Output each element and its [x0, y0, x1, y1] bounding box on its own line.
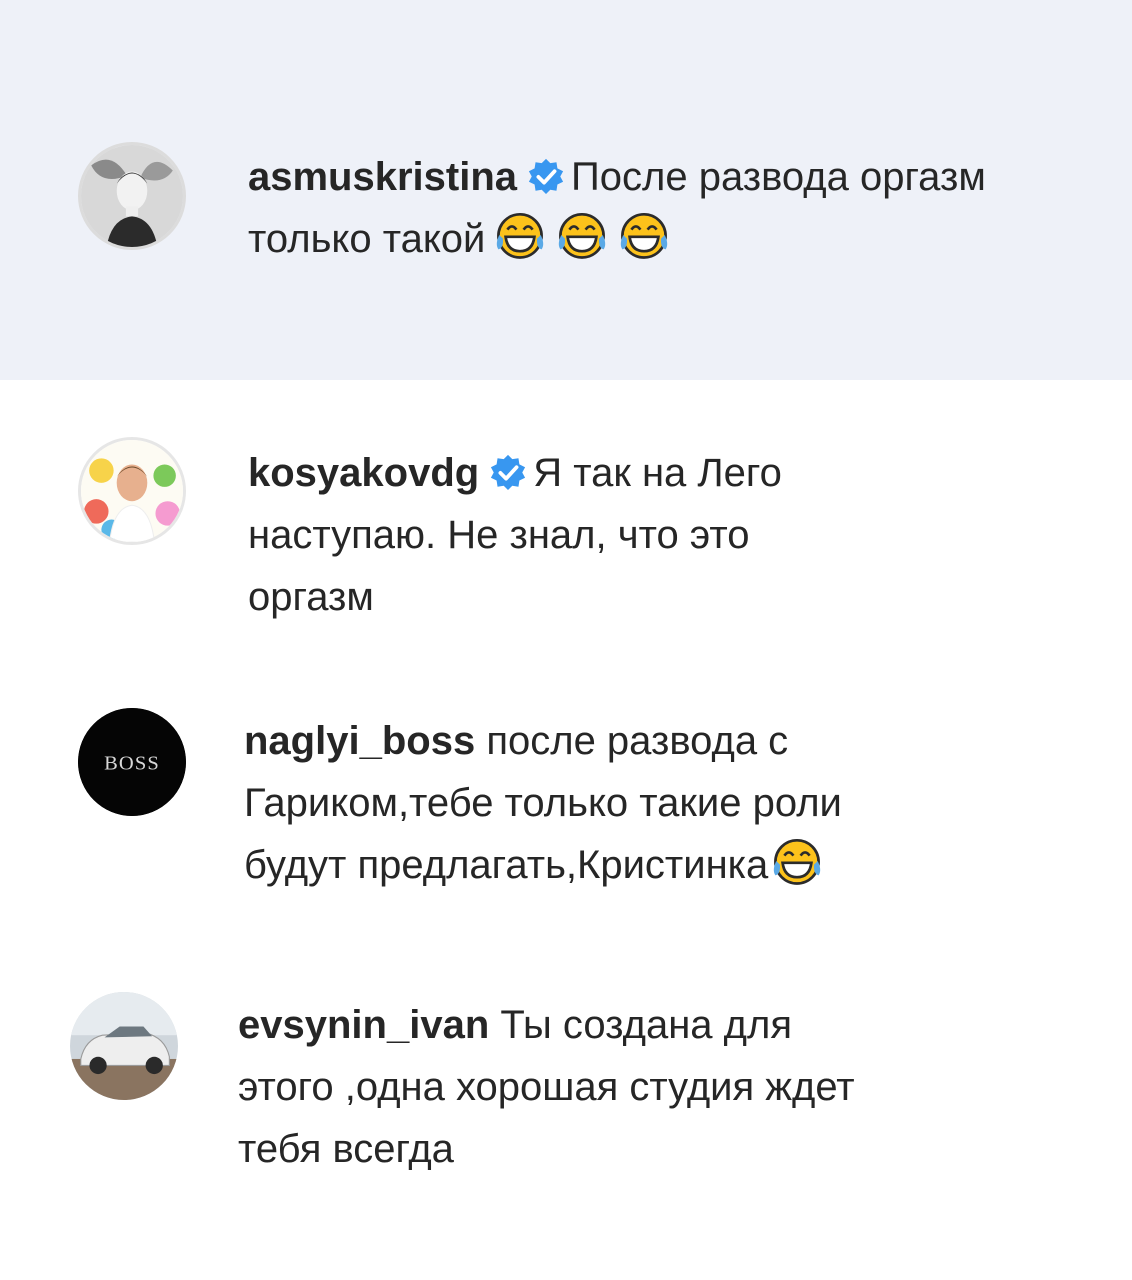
comment: kosyakovdg Я так на Лего наступаю. Не зна…: [0, 380, 1132, 660]
comment-text-line: тебя всегда: [238, 1127, 454, 1171]
username-link[interactable]: evsynin_ivan: [238, 1003, 489, 1047]
avatar-photo: [81, 145, 183, 247]
comment-body: naglyi_boss после развода с Гариком,тебе…: [244, 710, 1084, 896]
avatar-naglyi-boss[interactable]: BOSS: [78, 708, 186, 816]
comment-body: asmuskristina После развода оргазм только…: [248, 146, 1068, 270]
comment: evsynin_ivan Ты создана для этого ,одна …: [0, 950, 1132, 1280]
comment-text-line: наступаю. Не знал, что это: [248, 513, 750, 557]
comment-text-line: этого ,одна хорошая студия ждет: [238, 1065, 855, 1109]
comment-text-line: будут предлагать,Кристинка: [244, 843, 769, 887]
username-link[interactable]: kosyakovdg: [248, 451, 479, 495]
comment: BOSS naglyi_boss после развода с Гариком…: [0, 660, 1132, 950]
username-link[interactable]: naglyi_boss: [244, 719, 475, 763]
comment-body: kosyakovdg Я так на Лего наступаю. Не зна…: [248, 442, 1068, 628]
comment-text-line: Гариком,тебе только такие роли: [244, 781, 842, 825]
verified-badge-icon: [489, 453, 527, 491]
avatar-evsynin-ivan[interactable]: [70, 992, 178, 1100]
face-with-tears-of-joy-icon: [493, 208, 547, 262]
comment-text-line: оргазм: [248, 575, 374, 619]
avatar-asmuskristina[interactable]: [78, 142, 186, 250]
comment-text-line: после развода с: [486, 719, 789, 763]
avatar-photo: [70, 992, 178, 1100]
face-with-tears-of-joy-icon: [555, 208, 609, 262]
avatar-photo: BOSS: [78, 708, 186, 816]
avatar-logo-text: BOSS: [104, 753, 160, 775]
face-with-tears-of-joy-icon: [617, 208, 671, 262]
comment-text-line: Ты создана для: [500, 1003, 792, 1047]
avatar-photo: [81, 440, 183, 542]
avatar-kosyakovdg[interactable]: [78, 437, 186, 545]
face-with-tears-of-joy-icon: [770, 834, 824, 888]
username-link[interactable]: asmuskristina: [248, 155, 517, 199]
comment-body: evsynin_ivan Ты создана для этого ,одна …: [238, 994, 1088, 1180]
comment-highlighted: asmuskristina После развода оргазм только…: [0, 0, 1132, 380]
verified-badge-icon: [527, 157, 565, 195]
comment-text-line: Я так на Лего: [533, 451, 782, 495]
